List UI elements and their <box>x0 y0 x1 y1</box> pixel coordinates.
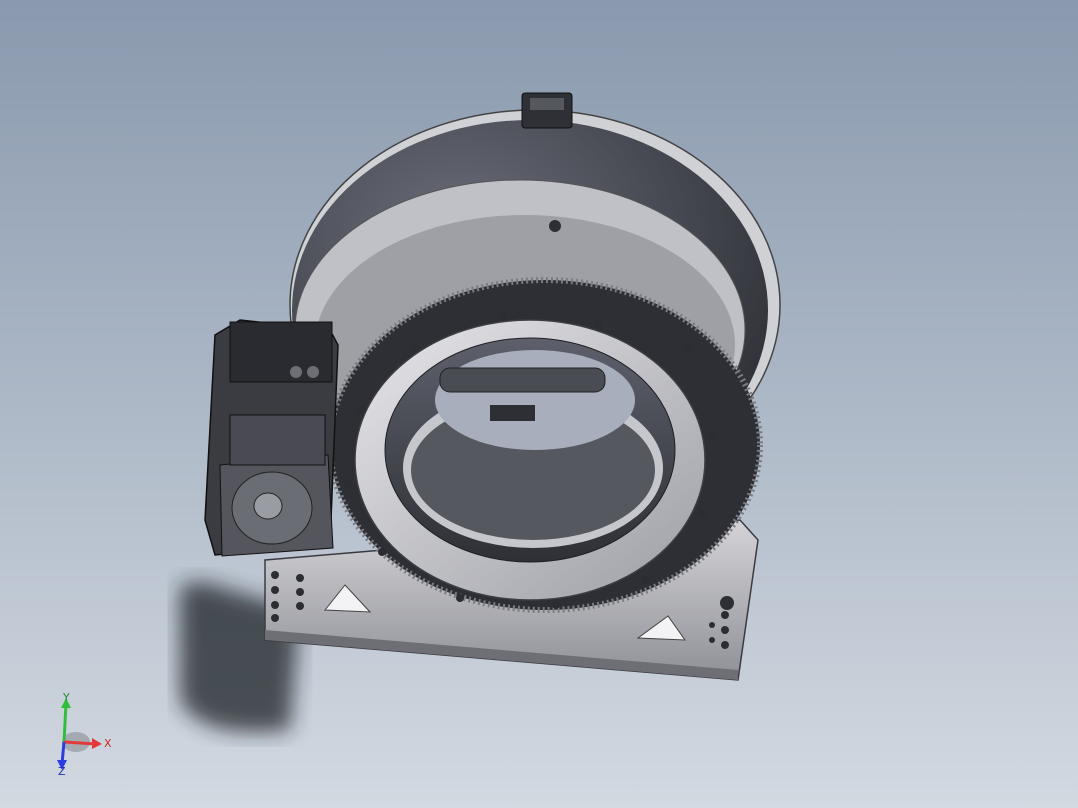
x-axis-arrow <box>92 738 102 749</box>
top-sensor-cap <box>530 98 564 110</box>
motor-port-2 <box>307 366 319 378</box>
3d-viewport[interactable]: Y X Z <box>0 0 1078 808</box>
motor-gearbox <box>229 414 326 466</box>
x-axis-line <box>63 740 97 746</box>
x-axis-label: X <box>104 737 112 750</box>
axis-triad-graphic <box>57 698 102 770</box>
clamp-bolt <box>720 596 734 610</box>
inner-bracket <box>490 405 535 421</box>
rotary-table-model[interactable] <box>0 0 1078 808</box>
servo-motor <box>204 319 339 557</box>
y-axis-line <box>62 703 68 743</box>
z-axis-label: Z <box>58 765 66 778</box>
axis-triad: Y X Z <box>40 692 130 782</box>
motor-port-1 <box>290 366 302 378</box>
inner-shaft <box>439 367 606 393</box>
y-axis-label: Y <box>63 691 70 704</box>
bore-opening <box>435 350 635 450</box>
motor-shaft <box>253 492 283 520</box>
pin-marker <box>549 220 561 232</box>
